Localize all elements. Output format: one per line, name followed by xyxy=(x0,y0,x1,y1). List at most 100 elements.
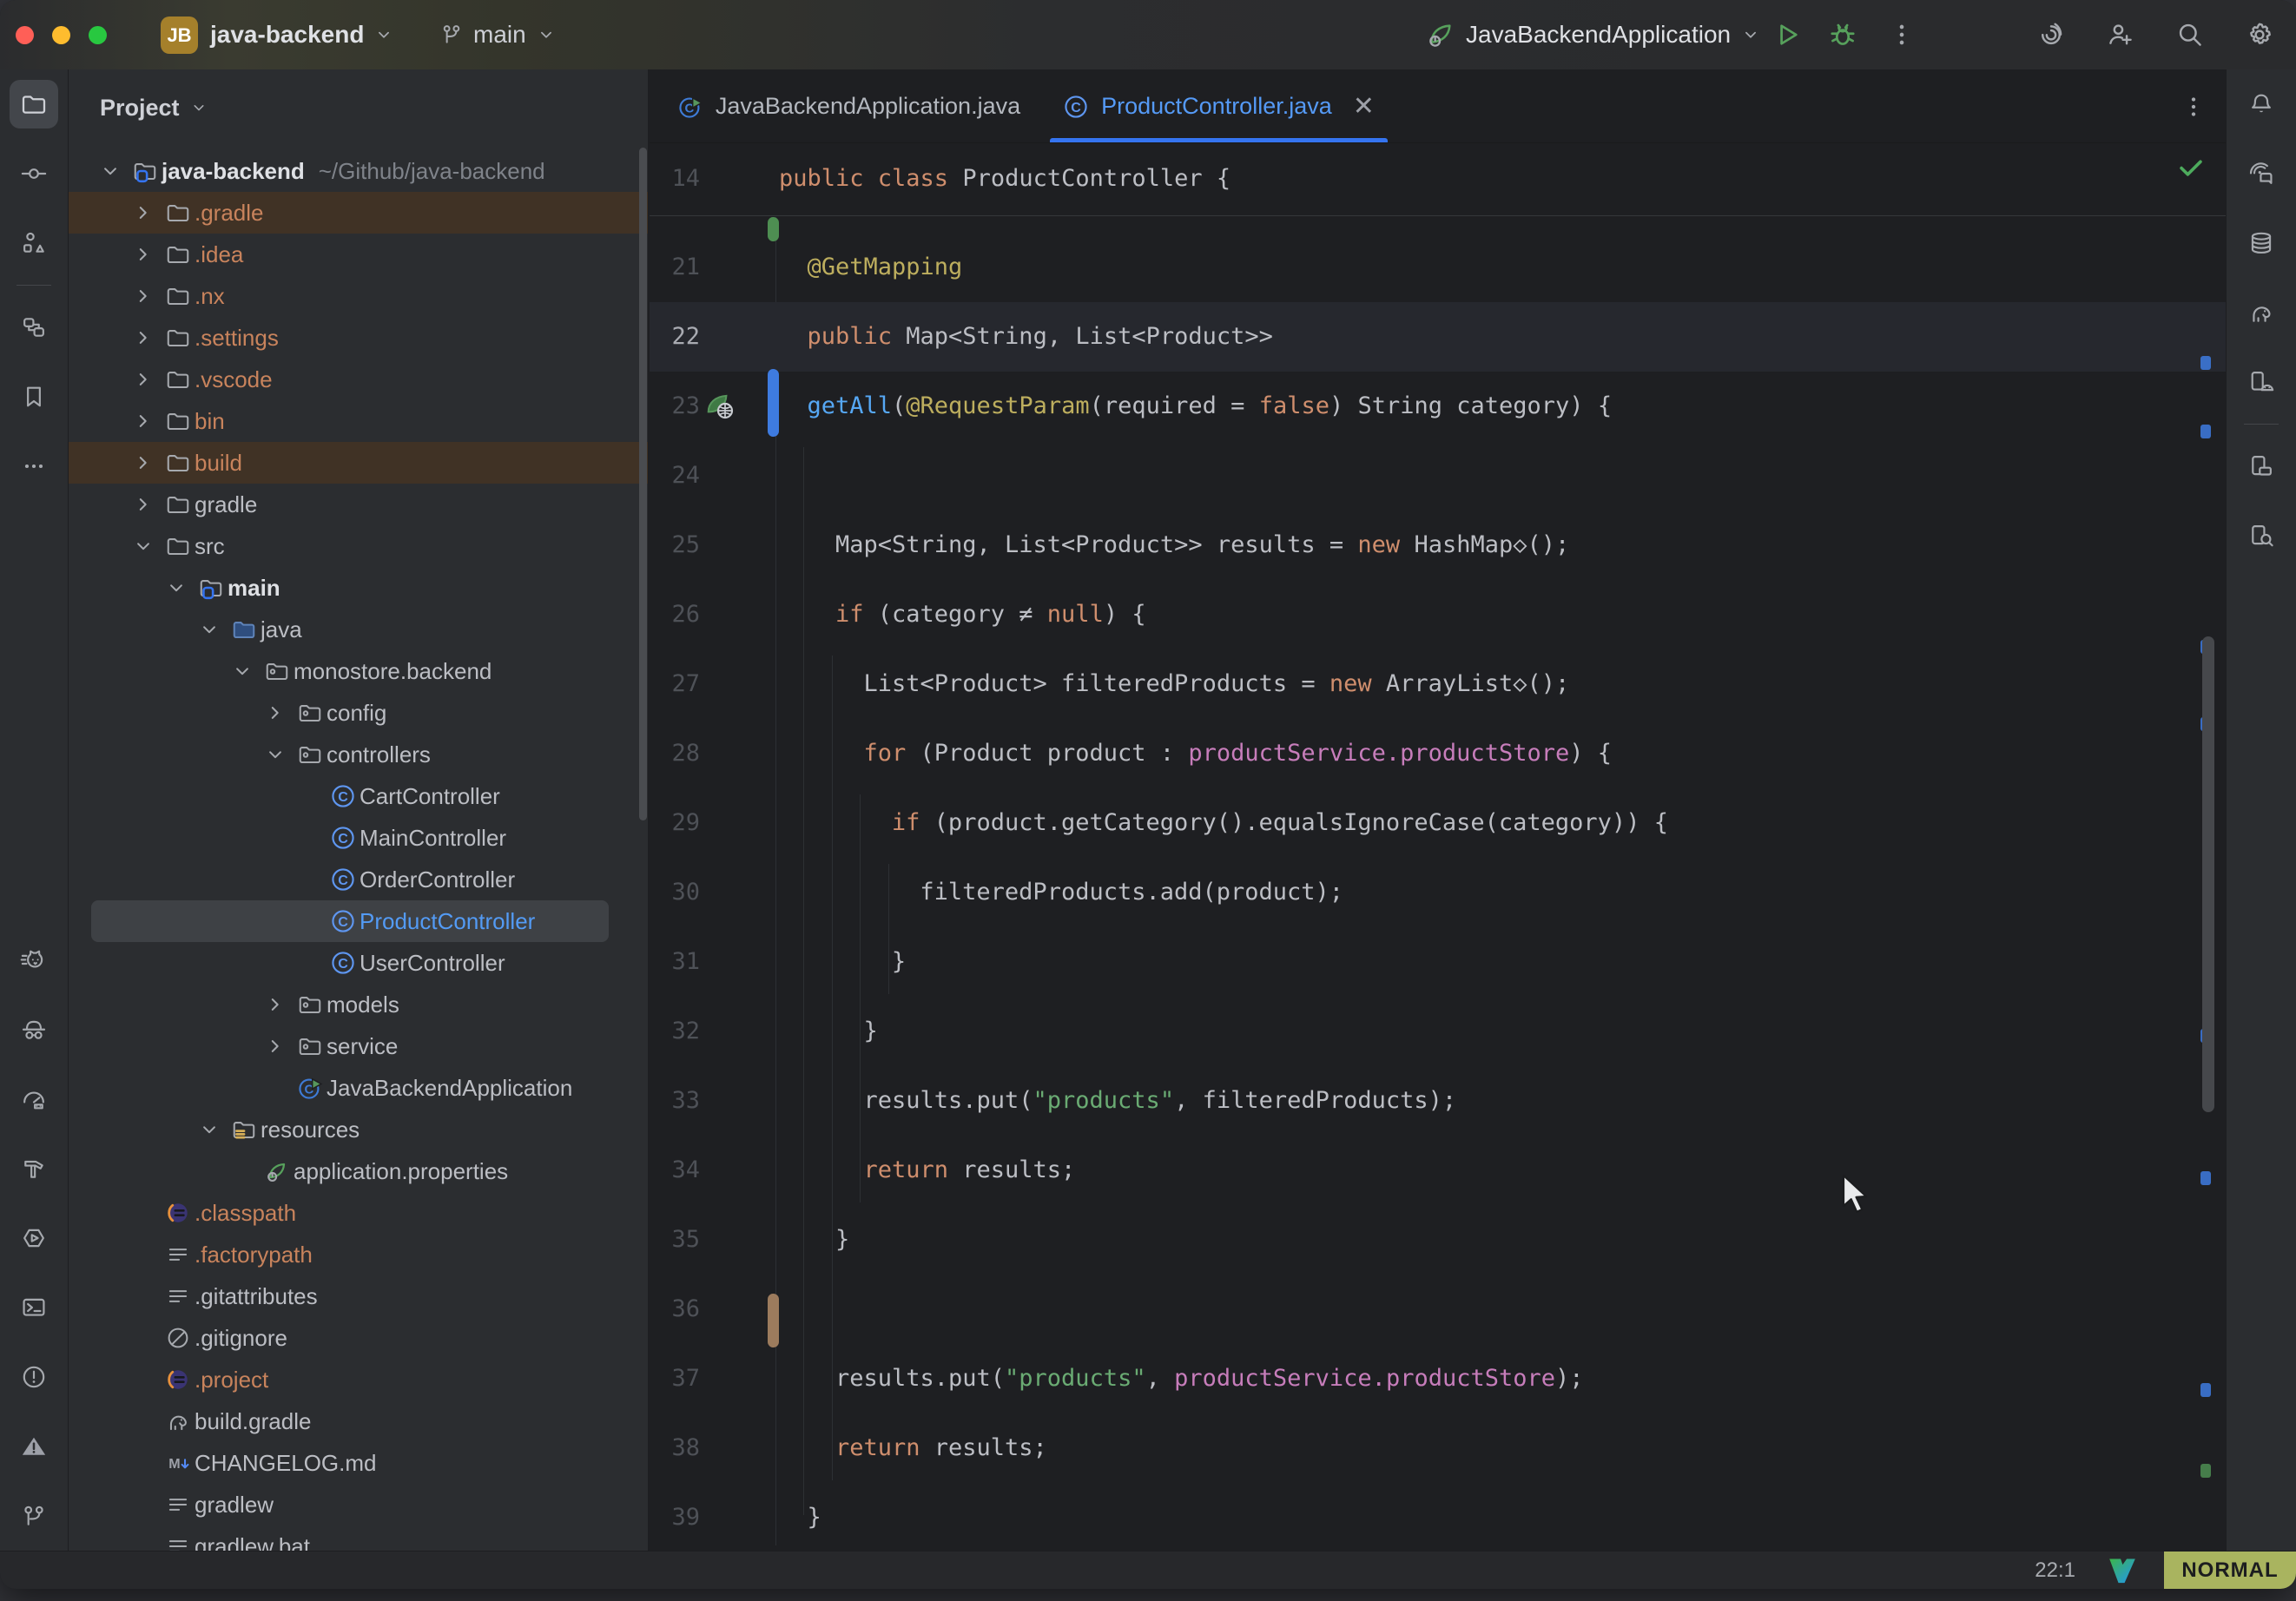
tree-item-service[interactable]: service xyxy=(69,1025,649,1067)
incognito-button[interactable] xyxy=(0,995,69,1064)
code-line-29[interactable]: 29if (product.getCategory().equalsIgnore… xyxy=(650,788,2226,858)
code-line-37[interactable]: 37results.put("products", productService… xyxy=(650,1344,2226,1413)
code-with-me-button[interactable] xyxy=(2105,19,2136,50)
tree-item-main[interactable]: main xyxy=(69,567,649,609)
structure-button[interactable] xyxy=(0,208,69,278)
build-hammer-button[interactable] xyxy=(0,1134,69,1203)
line-number[interactable]: 30 xyxy=(650,858,700,927)
line-number[interactable]: 34 xyxy=(650,1136,700,1205)
tree-item-config[interactable]: config xyxy=(69,692,649,734)
tree-item-build-gradle[interactable]: build.gradle xyxy=(69,1400,649,1442)
line-number[interactable]: 39 xyxy=(650,1483,700,1551)
version-control-button[interactable] xyxy=(0,1481,69,1551)
tree-chevron-collapsed[interactable] xyxy=(130,283,156,309)
ideavim-icon[interactable] xyxy=(2107,1555,2138,1586)
vim-mode-badge[interactable]: NORMAL xyxy=(2164,1552,2296,1590)
code-line-22[interactable]: 22public Map<String, List<Product>> xyxy=(650,302,2226,372)
ai-cat-button[interactable] xyxy=(0,926,69,995)
close-icon[interactable]: ✕ xyxy=(1353,91,1375,122)
tree-item-changelog-md[interactable]: MCHANGELOG.md xyxy=(69,1442,649,1484)
line-number[interactable]: 36 xyxy=(650,1275,700,1344)
code-line-34[interactable]: 34return results; xyxy=(650,1136,2226,1205)
device-manager-button[interactable] xyxy=(2227,432,2296,501)
line-number[interactable]: 27 xyxy=(650,649,700,719)
project-widget[interactable]: java-backend xyxy=(210,0,395,69)
tree-item-bin[interactable]: bin xyxy=(69,400,649,442)
tree-item-src[interactable]: src xyxy=(69,525,649,567)
editor-options-button[interactable] xyxy=(2178,91,2209,122)
line-number[interactable]: 37 xyxy=(650,1344,700,1413)
line-number[interactable]: 33 xyxy=(650,1066,700,1136)
tree-item-java-backend[interactable]: java-backend~/Github/java-backend xyxy=(69,150,649,192)
services-button[interactable] xyxy=(0,1203,69,1273)
line-number[interactable]: 29 xyxy=(650,788,700,858)
tree-item-javabackendapplication[interactable]: CJavaBackendApplication xyxy=(69,1067,649,1109)
line-number[interactable]: 21 xyxy=(650,233,700,302)
tree-chevron-collapsed[interactable] xyxy=(130,491,156,517)
tree-chevron-expanded[interactable] xyxy=(262,741,288,768)
traffic-light-minimize[interactable] xyxy=(52,26,70,44)
line-number[interactable]: 31 xyxy=(650,927,700,997)
code-line-39[interactable]: 39} xyxy=(650,1483,2226,1551)
code-line-38[interactable]: 38return results; xyxy=(650,1413,2226,1483)
gradle-elephant-button[interactable] xyxy=(2227,278,2296,347)
tree-chevron-collapsed[interactable] xyxy=(130,200,156,226)
search-everywhere-button[interactable] xyxy=(2174,19,2206,50)
inspections-ok-widget[interactable] xyxy=(2176,153,2206,187)
project-folder-button[interactable] xyxy=(0,69,69,139)
run-button[interactable] xyxy=(1771,19,1803,50)
tree-chevron-collapsed[interactable] xyxy=(130,366,156,392)
tree-chevron-collapsed[interactable] xyxy=(262,1033,288,1059)
running-devices-button[interactable] xyxy=(2227,347,2296,417)
caret-position-widget[interactable]: 22:1 xyxy=(2035,1558,2075,1583)
tree-item-project[interactable]: .project xyxy=(69,1359,649,1400)
tree-item-application-properties[interactable]: application.properties xyxy=(69,1150,649,1192)
tree-chevron-expanded[interactable] xyxy=(163,575,189,601)
terminal-button[interactable] xyxy=(0,1273,69,1342)
line-number[interactable]: 26 xyxy=(650,580,700,649)
tree-scrollbar[interactable] xyxy=(639,148,647,820)
tree-item-vscode[interactable]: .vscode xyxy=(69,359,649,400)
line-number[interactable]: 25 xyxy=(650,511,700,580)
tree-item-maincontroller[interactable]: CMainController xyxy=(69,817,649,859)
tree-item-productcontroller[interactable]: CProductController xyxy=(69,900,649,942)
notifications-bell-button[interactable] xyxy=(2227,69,2296,139)
tree-chevron-collapsed[interactable] xyxy=(262,992,288,1018)
tree-item-gitignore[interactable]: .gitignore xyxy=(69,1317,649,1359)
tree-item-models[interactable]: models xyxy=(69,984,649,1025)
code-line-27[interactable]: 27List<Product> filteredProducts = new A… xyxy=(650,649,2226,719)
profiler-button[interactable] xyxy=(0,1064,69,1134)
code-line-31[interactable]: 31} xyxy=(650,927,2226,997)
code-line-25[interactable]: 25Map<String, List<Product>> results = n… xyxy=(650,511,2226,580)
tree-item-ordercontroller[interactable]: COrderController xyxy=(69,859,649,900)
ai-assistant-button[interactable] xyxy=(2227,139,2296,208)
tree-item-monostore-backend[interactable]: monostore.backend xyxy=(69,650,649,692)
code-line-36[interactable]: 36 xyxy=(650,1275,2226,1344)
code-line-30[interactable]: 30filteredProducts.add(product); xyxy=(650,858,2226,927)
tree-chevron-expanded[interactable] xyxy=(196,1117,222,1143)
tree-item-gradlew[interactable]: gradlew xyxy=(69,1484,649,1525)
tree-chevron-collapsed[interactable] xyxy=(130,325,156,351)
device-explorer-button[interactable] xyxy=(2227,501,2296,570)
tree-item-resources[interactable]: resources xyxy=(69,1109,649,1150)
database-button[interactable] xyxy=(2227,208,2296,278)
line-number[interactable]: 24 xyxy=(650,441,700,511)
code-line-24[interactable]: 24 xyxy=(650,441,2226,511)
tree-item-idea[interactable]: .idea xyxy=(69,234,649,275)
tree-chevron-collapsed[interactable] xyxy=(262,700,288,726)
more-actions-button[interactable] xyxy=(1886,19,1917,50)
editor-area[interactable]: CJavaBackendApplication.javaCProductCont… xyxy=(650,69,2226,1551)
more-horizontal-button[interactable] xyxy=(0,432,69,501)
debug-button[interactable] xyxy=(1827,19,1858,50)
tree-chevron-collapsed[interactable] xyxy=(130,241,156,267)
code-line-33[interactable]: 33results.put("products", filteredProduc… xyxy=(650,1066,2226,1136)
line-number[interactable]: 28 xyxy=(650,719,700,788)
endpoint-gutter-icon[interactable] xyxy=(703,389,738,424)
tree-item-build[interactable]: build xyxy=(69,442,649,484)
code-line-26[interactable]: 26if (category ≠ null) { xyxy=(650,580,2226,649)
settings-button[interactable] xyxy=(2244,19,2275,50)
tree-item-gradlew-bat[interactable]: gradlew.bat xyxy=(69,1525,649,1551)
code-line-28[interactable]: 28for (Product product : productService.… xyxy=(650,719,2226,788)
bookmarks-button[interactable] xyxy=(0,362,69,432)
traffic-light-zoom[interactable] xyxy=(89,26,107,44)
